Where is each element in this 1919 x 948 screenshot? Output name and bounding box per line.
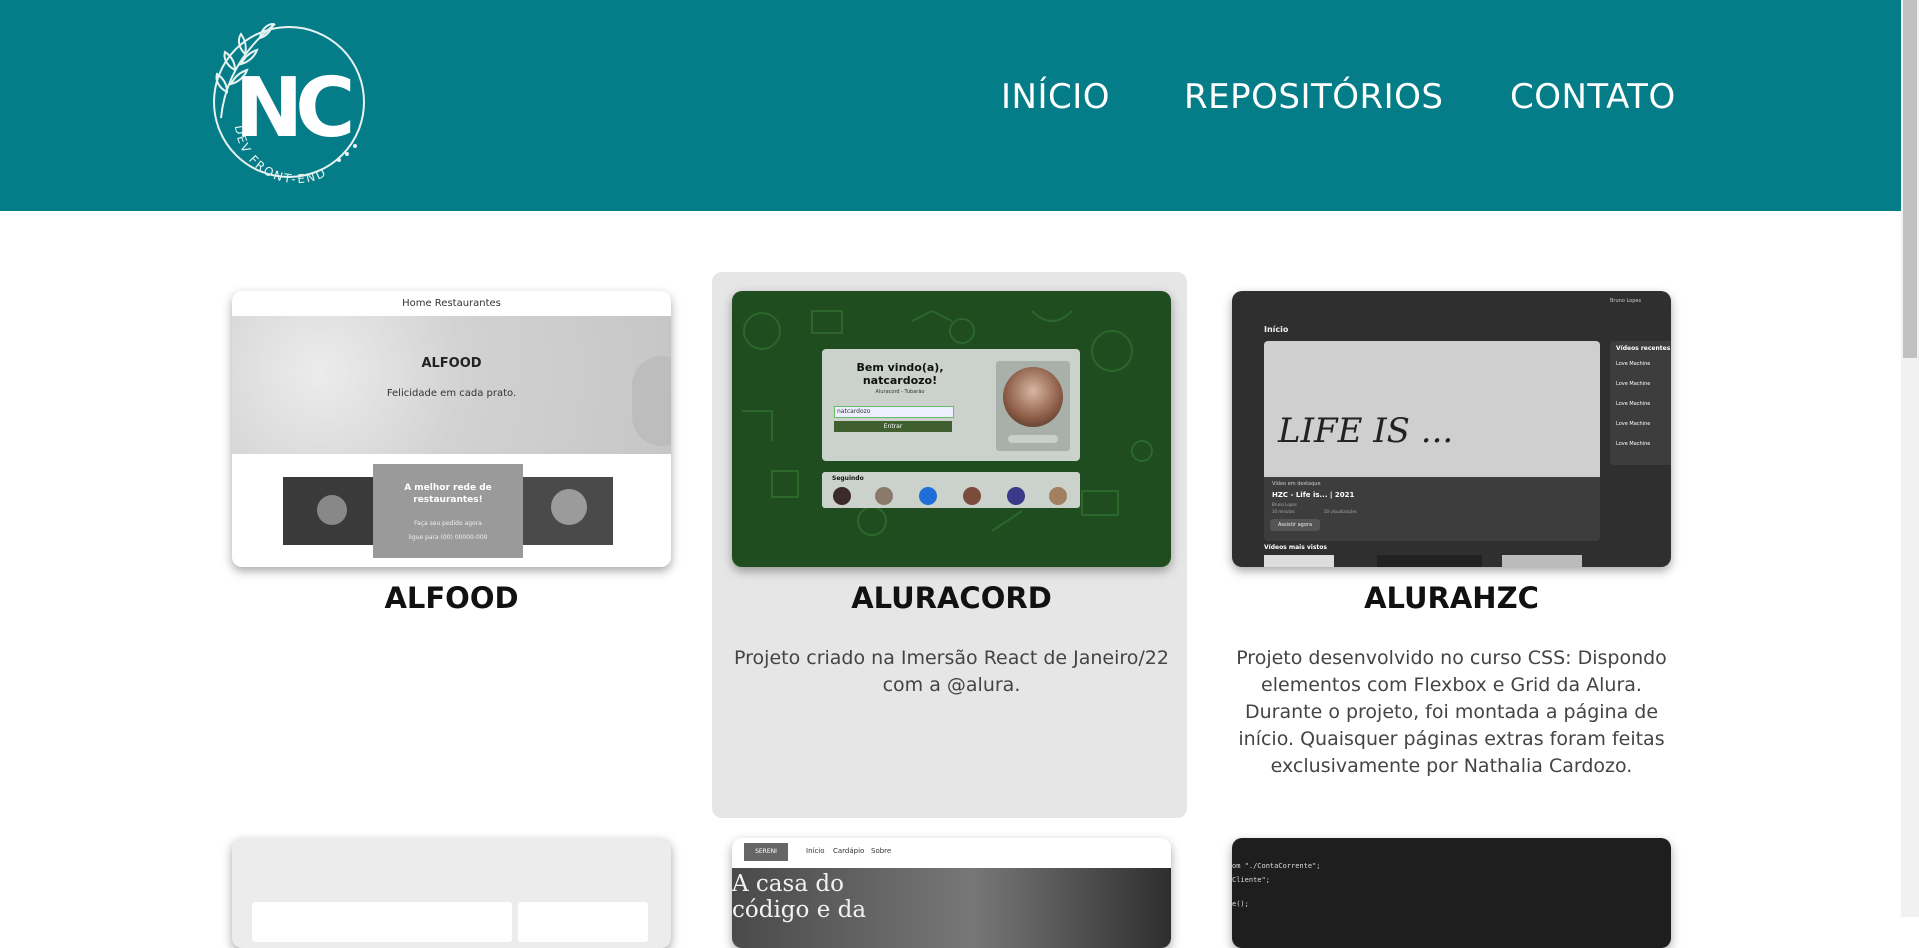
nav-link-inicio[interactable]: INÍCIO (1001, 74, 1110, 120)
nav-link-contato[interactable]: CONTATO (1510, 74, 1676, 120)
thumb-promo-line1: Faça seu pedido agora (414, 520, 482, 527)
thumb-following: Seguindo (822, 472, 1080, 508)
project-thumbnail[interactable] (232, 838, 671, 948)
scrollbar-thumb[interactable] (1903, 0, 1917, 358)
thumb-recent-item: Love Machine (1616, 441, 1651, 447)
thumb-recent-item: Love Machine (1616, 421, 1651, 427)
thumb-link: Cardápio (833, 847, 865, 855)
thumb-code-line: om "./ContaCorrente"; (1232, 862, 1321, 870)
project-thumbnail[interactable]: Bruno Lopes Início LIFE IS ... Vídeo em … (1232, 291, 1671, 567)
thumb-input: natcardozo (834, 406, 954, 418)
thumb-code-line: e(); (1232, 900, 1249, 908)
thumb-hero-text: LIFE IS ... (1278, 411, 1454, 451)
thumb-recent-item: Love Machine (1616, 401, 1651, 407)
thumb-stats-a: 10 minutos (1272, 509, 1295, 514)
thumb-subtitle: Aluracord - Tubarão (875, 389, 925, 395)
thumb-login-panel: Bem vindo(a), natcardozo! Aluracord - Tu… (822, 349, 1080, 461)
thumb-hero-text: A casa do código e da (732, 871, 867, 923)
thumb-user: Bruno Lopes (1610, 298, 1642, 304)
thumb-brand: SERENI (744, 843, 788, 861)
thumb-section: Início (1264, 325, 1289, 334)
thumb-featured-author: Bruno Lopes (1272, 502, 1297, 507)
thumb-link: Início (806, 847, 825, 855)
thumb-nav: Home Restaurantes (402, 298, 501, 309)
thumb-code-line: Cliente"; (1232, 876, 1270, 884)
thumb-hero-title: ALFOOD (421, 356, 482, 371)
thumb-most-viewed: Vídeos mais vistos (1264, 544, 1327, 551)
project-title: ALURAHZC (1364, 581, 1539, 615)
thumb-featured: LIFE IS ... Vídeo em destaque HZC - Life… (1264, 341, 1600, 541)
project-thumbnail[interactable]: om "./ContaCorrente"; Cliente"; e(); (1232, 838, 1671, 948)
thumb-button: Entrar (834, 421, 952, 432)
thumb-watch: Assistir agora (1270, 519, 1320, 531)
main-nav: INÍCIO REPOSITÓRIOS CONTATO (0, 74, 1901, 120)
thumb-stats-b: 20 visualizações (1324, 509, 1357, 514)
thumb-promo-title: A melhor rede de restaurantes! (404, 483, 492, 505)
thumb-photo-right (523, 477, 613, 545)
thumb-recent-item: Love Machine (1616, 361, 1651, 367)
thumb-featured-label: Vídeo em destaque (1272, 481, 1321, 487)
project-thumbnail[interactable]: SERENI Início Cardápio Sobre A casa do c… (732, 838, 1171, 948)
thumb-recent-item: Love Machine (1616, 381, 1651, 387)
thumb-photo-left (283, 477, 373, 545)
project-thumbnail[interactable]: Bem vindo(a), natcardozo! Aluracord - Tu… (732, 291, 1171, 567)
thumb-recent: Vídeos recentes Love Machine Love Machin… (1610, 341, 1671, 465)
project-title: ALURACORD (851, 581, 1052, 615)
thumb-featured-title: HZC - Life is... | 2021 (1272, 491, 1355, 499)
thumb-hero-subtitle: Felicidade em cada prato. (386, 388, 517, 399)
thumb-hero: ALFOOD Felicidade em cada prato. (232, 316, 671, 454)
thumb-recent-title: Vídeos recentes (1616, 345, 1671, 352)
thumb-welcome: Bem vindo(a), natcardozo! (856, 361, 944, 387)
project-description: Projeto criado na Imersão React de Janei… (734, 647, 1169, 696)
thumb-link: Sobre (871, 847, 892, 855)
project-thumbnail[interactable]: Home Restaurantes ALFOOD Felicidade em c… (232, 291, 671, 567)
project-description: Projeto desenvolvido no curso CSS: Dispo… (1236, 647, 1667, 777)
thumb-promo-box: A melhor rede de restaurantes! Faça seu … (373, 464, 523, 558)
project-title: ALFOOD (384, 581, 519, 615)
thumb-promo-line2: ligue para (00) 00000-000 (408, 534, 488, 541)
site-header: NC DEV FRONT-END INÍCIO REPOSITÓRIOS CON… (0, 0, 1901, 211)
thumb-following-label: Seguindo (832, 475, 864, 482)
nav-link-repositorios[interactable]: REPOSITÓRIOS (1184, 74, 1444, 120)
